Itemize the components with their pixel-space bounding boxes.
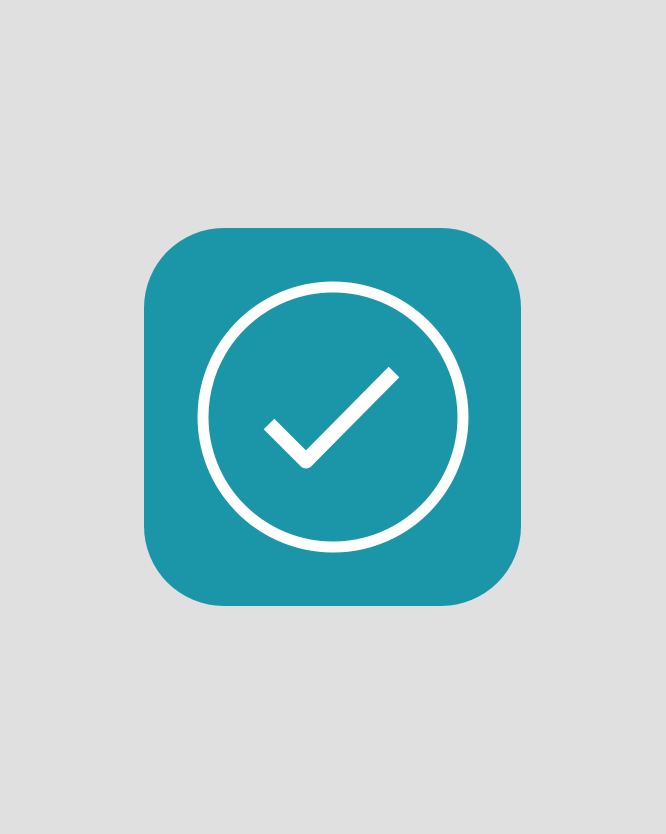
icon-canvas [0, 0, 666, 834]
check-circle-icon [197, 281, 469, 553]
checkmark-glyph [263, 366, 400, 469]
app-icon-tile[interactable] [144, 228, 521, 606]
icon-ring [197, 281, 469, 553]
